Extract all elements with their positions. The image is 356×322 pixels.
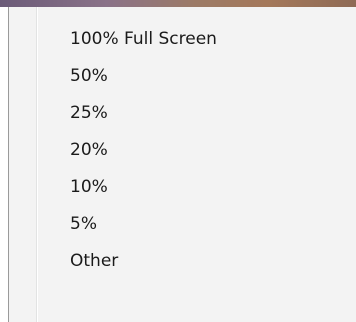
- menu-item-10-percent[interactable]: 10%: [9, 169, 356, 206]
- menu-item-5-percent[interactable]: 5%: [9, 206, 356, 243]
- zoom-menu-list: 100% Full Screen 50% 25% 20% 10% 5% Othe…: [9, 21, 356, 280]
- zoom-context-menu: 100% Full Screen 50% 25% 20% 10% 5% Othe…: [8, 7, 356, 322]
- menu-item-100-full-screen[interactable]: 100% Full Screen: [9, 21, 356, 58]
- menu-item-20-percent[interactable]: 20%: [9, 132, 356, 169]
- menu-item-50-percent[interactable]: 50%: [9, 58, 356, 95]
- background-window-strip: [0, 0, 356, 7]
- menu-item-other[interactable]: Other: [9, 243, 356, 280]
- menu-item-25-percent[interactable]: 25%: [9, 95, 356, 132]
